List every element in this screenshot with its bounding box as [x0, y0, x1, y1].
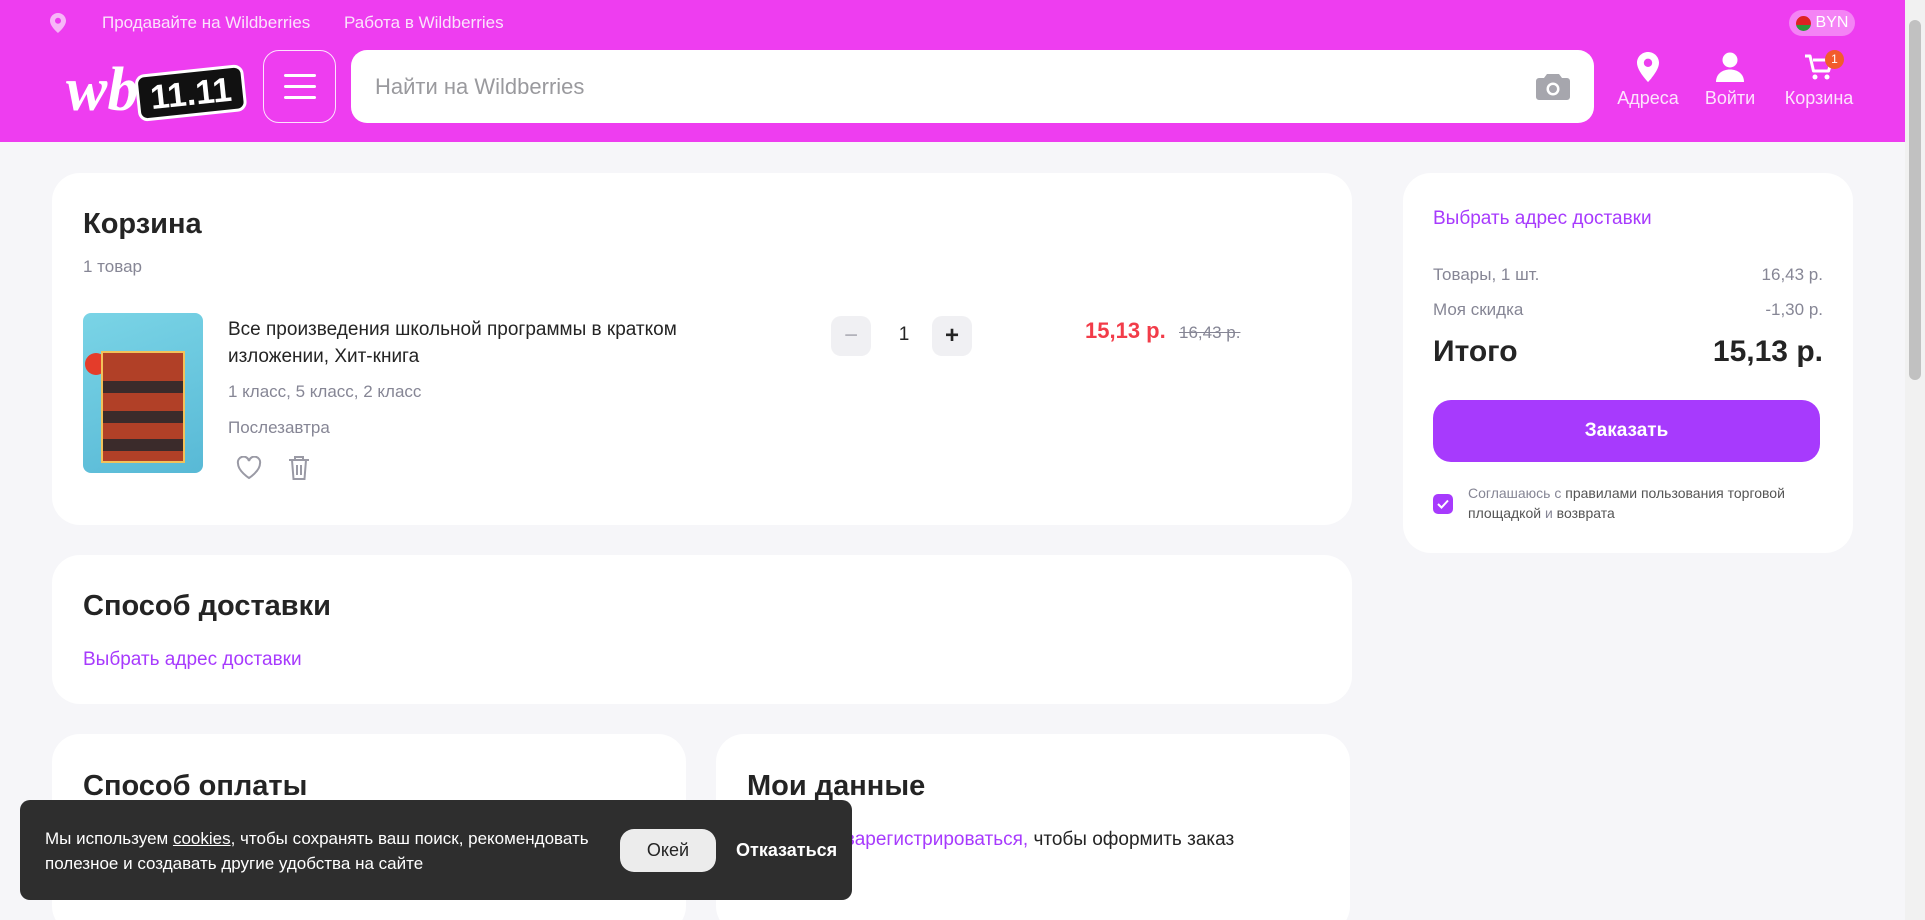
logo-wb-text: wb — [66, 56, 138, 124]
discount-label: Моя скидка — [1433, 300, 1524, 319]
product-attributes: 1 класс, 5 класс, 2 класс — [228, 382, 422, 401]
cart-button[interactable]: 1 Корзина — [1779, 50, 1859, 122]
goods-value: 16,43 р. — [1761, 265, 1823, 284]
wildberries-logo[interactable]: wb 11.11 — [66, 50, 248, 126]
product-name[interactable]: Все произведения школьной программы в кр… — [228, 316, 677, 370]
cart-label: Корзина — [1784, 88, 1854, 108]
burger-line — [283, 96, 316, 99]
total-value: 15,13 р. — [1712, 335, 1823, 368]
order-summary-card: Выбрать адрес доставки Товары, 1 шт. 16,… — [1403, 173, 1853, 553]
trash-icon[interactable] — [288, 455, 310, 486]
currency-label: BYN — [1815, 14, 1849, 31]
total-label: Итого — [1433, 335, 1518, 368]
work-at-wildberries-link[interactable]: Работа в Wildberries — [344, 13, 504, 33]
cover-band — [103, 411, 183, 423]
terms-link[interactable]: правилами пользования торговой — [1565, 485, 1785, 501]
cookies-link[interactable]: cookies — [173, 829, 231, 848]
agreement-and: и — [1544, 505, 1553, 521]
checkmark-icon — [1437, 499, 1449, 509]
cart-item-count: 1 товар — [83, 257, 142, 276]
terms-link-cont[interactable]: площадкой — [1468, 505, 1541, 521]
search-input[interactable] — [375, 50, 1475, 123]
addresses-label: Адреса — [1617, 88, 1679, 108]
cookie-text-b: , чтобы сохранять ваш поиск, рекомендова… — [230, 829, 589, 848]
payment-title: Способ оплаты — [83, 770, 308, 802]
discount-value: -1,30 р. — [1765, 300, 1823, 319]
cart-count-badge: 1 — [1825, 50, 1844, 69]
product-image[interactable] — [83, 313, 203, 473]
agreement-text: Соглашаюсь с правилами пользования торго… — [1468, 483, 1828, 523]
return-policy-link[interactable]: возврата — [1557, 505, 1615, 521]
place-order-button[interactable]: Заказать — [1433, 400, 1820, 462]
camera-icon[interactable] — [1536, 70, 1570, 107]
cookie-accept-button[interactable]: Окей — [620, 829, 716, 872]
register-prompt: зарегистрироваться, чтобы оформить заказ — [846, 829, 1234, 851]
delivery-title: Способ доставки — [83, 590, 331, 622]
login-label: Войти — [1704, 88, 1756, 108]
belarus-flag-icon — [1795, 15, 1811, 31]
cookie-decline-button[interactable]: Отказаться — [736, 829, 837, 872]
sell-on-wildberries-link[interactable]: Продавайте на Wildberries — [102, 13, 310, 33]
agree-checkbox[interactable] — [1433, 494, 1453, 514]
cover-band — [103, 381, 183, 393]
cover-band — [103, 439, 183, 451]
cookie-banner: Мы используем cookies, чтобы сохранять в… — [20, 800, 852, 900]
decrease-quantity-button[interactable]: − — [831, 316, 871, 356]
product-cover — [101, 351, 185, 463]
product-price: 15,13 р. — [1085, 318, 1166, 343]
cart-title: Корзина — [83, 208, 202, 240]
agreement-prefix: Соглашаюсь с — [1468, 485, 1562, 501]
header: Продавайте на Wildberries Работа в Wildb… — [0, 0, 1905, 142]
cookie-text: Мы используем cookies, чтобы сохранять в… — [45, 826, 615, 876]
register-prompt-text: чтобы оформить заказ — [1033, 829, 1235, 850]
burger-line — [283, 85, 316, 88]
topbar: Продавайте на Wildberries Работа в Wildb… — [0, 0, 1905, 46]
currency-selector[interactable]: BYN — [1789, 10, 1855, 36]
location-icon — [1637, 52, 1659, 82]
scrollbar-thumb[interactable] — [1909, 20, 1921, 380]
product-delivery-date: Послезавтра — [228, 418, 330, 437]
search-bar — [351, 50, 1594, 123]
register-link[interactable]: зарегистрироваться, — [846, 829, 1028, 850]
increase-quantity-button[interactable]: + — [932, 316, 972, 356]
menu-burger-button[interactable] — [263, 50, 336, 123]
burger-line — [283, 74, 316, 77]
cookie-text-line: Мы используем cookies, чтобы сохранять в… — [45, 826, 615, 851]
cart-card: Корзина 1 товар Все произведения школьно… — [52, 173, 1352, 525]
location-pin-icon[interactable] — [50, 13, 66, 38]
my-data-title: Мои данные — [747, 770, 926, 802]
heart-icon[interactable] — [236, 455, 262, 485]
product-name-line: Все произведения школьной программы в кр… — [228, 319, 677, 340]
addresses-button[interactable]: Адреса — [1608, 52, 1688, 122]
quantity-value[interactable]: 1 — [892, 324, 916, 346]
page-scrollbar[interactable] — [1905, 0, 1925, 920]
product-old-price: 16,43 р. — [1179, 323, 1241, 342]
goods-label: Товары, 1 шт. — [1433, 265, 1540, 284]
summary-choose-address-link[interactable]: Выбрать адрес доставки — [1433, 208, 1652, 230]
login-button[interactable]: Войти — [1690, 52, 1770, 122]
product-name-line: изложении, Хит-книга — [228, 346, 420, 367]
cookie-text-a: Мы используем — [45, 829, 169, 848]
cookie-text-line: полезное и создавать другие удобства на … — [45, 854, 424, 873]
choose-delivery-address-link[interactable]: Выбрать адрес доставки — [83, 649, 302, 671]
delivery-card: Способ доставки Выбрать адрес доставки — [52, 555, 1352, 704]
user-icon — [1716, 52, 1744, 82]
